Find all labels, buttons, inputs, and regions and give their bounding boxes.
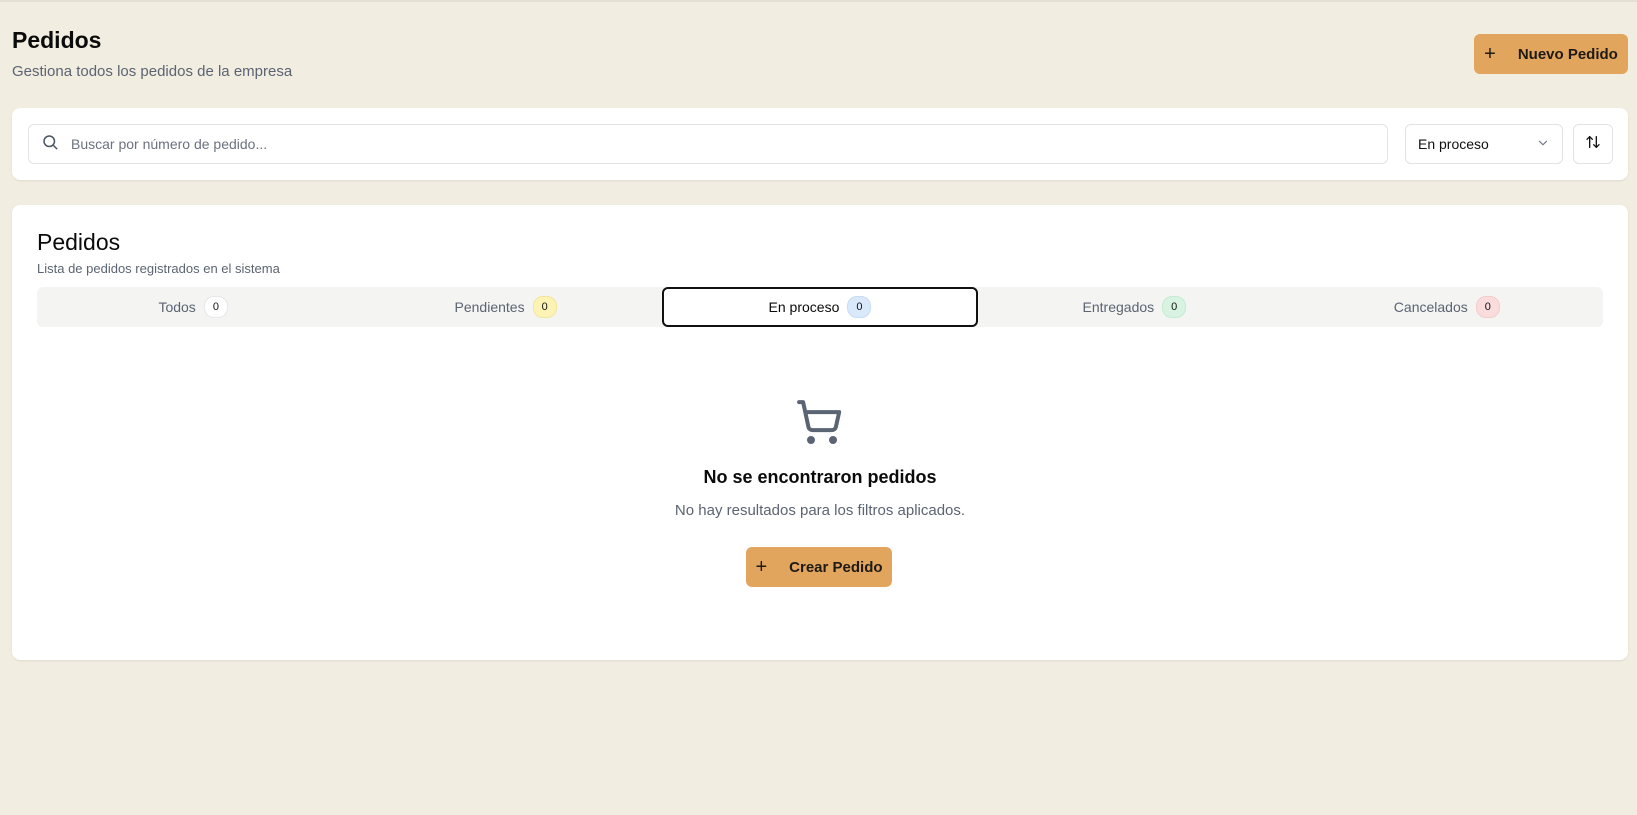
plus-icon: + — [755, 556, 768, 578]
orders-card: Pedidos Lista de pedidos registrados en … — [12, 205, 1628, 660]
search-icon — [41, 133, 59, 156]
create-order-label: Crear Pedido — [789, 558, 883, 576]
tab-label: En proceso — [768, 299, 840, 315]
orders-card-title: Pedidos — [37, 229, 121, 255]
empty-state-title: No se encontraron pedidos — [703, 467, 937, 487]
tab-label: Pendientes — [454, 299, 525, 315]
search-input[interactable] — [71, 136, 1387, 152]
plus-icon: + — [1484, 43, 1496, 65]
page-subtitle: Gestiona todos los pedidos de la empresa — [12, 63, 293, 80]
status-select[interactable]: En proceso — [1405, 124, 1563, 164]
tab-entregados[interactable]: Entregados 0 — [978, 287, 1290, 327]
page-title: Pedidos — [12, 27, 102, 53]
filter-card: En proceso — [12, 108, 1628, 180]
tab-todos[interactable]: Todos 0 — [37, 287, 349, 327]
tab-count-badge: 0 — [847, 296, 872, 318]
orders-card-description: Lista de pedidos registrados en el siste… — [37, 261, 280, 276]
create-order-button[interactable]: + Crear Pedido — [746, 547, 892, 587]
tab-cancelados[interactable]: Cancelados 0 — [1291, 287, 1603, 327]
tab-count-badge: 0 — [203, 296, 228, 318]
tab-count-badge: 0 — [1162, 296, 1187, 318]
tab-label: Cancelados — [1393, 299, 1468, 315]
new-order-button[interactable]: + Nuevo Pedido — [1474, 34, 1628, 74]
new-order-label: Nuevo Pedido — [1517, 45, 1618, 63]
shopping-cart-icon — [795, 398, 843, 446]
tab-en-proceso[interactable]: En proceso 0 — [661, 287, 979, 327]
tab-label: Entregados — [1082, 299, 1155, 315]
tab-label: Todos — [158, 299, 196, 315]
chevron-down-icon — [1536, 136, 1550, 153]
sort-arrows-icon — [1585, 134, 1601, 155]
tab-count-badge: 0 — [1475, 296, 1500, 318]
sort-button[interactable] — [1573, 124, 1613, 164]
tab-count-badge: 0 — [532, 296, 557, 318]
status-select-value: En proceso — [1418, 136, 1489, 152]
top-divider — [0, 0, 1637, 2]
empty-state-description: No hay resultados para los filtros aplic… — [674, 502, 966, 519]
tab-pendientes[interactable]: Pendientes 0 — [349, 287, 661, 327]
search-box[interactable] — [28, 124, 1388, 164]
orders-page: Pedidos Gestiona todos los pedidos de la… — [0, 0, 1637, 815]
status-tabs: Todos 0 Pendientes 0 En proceso 0 Entreg… — [37, 287, 1603, 327]
